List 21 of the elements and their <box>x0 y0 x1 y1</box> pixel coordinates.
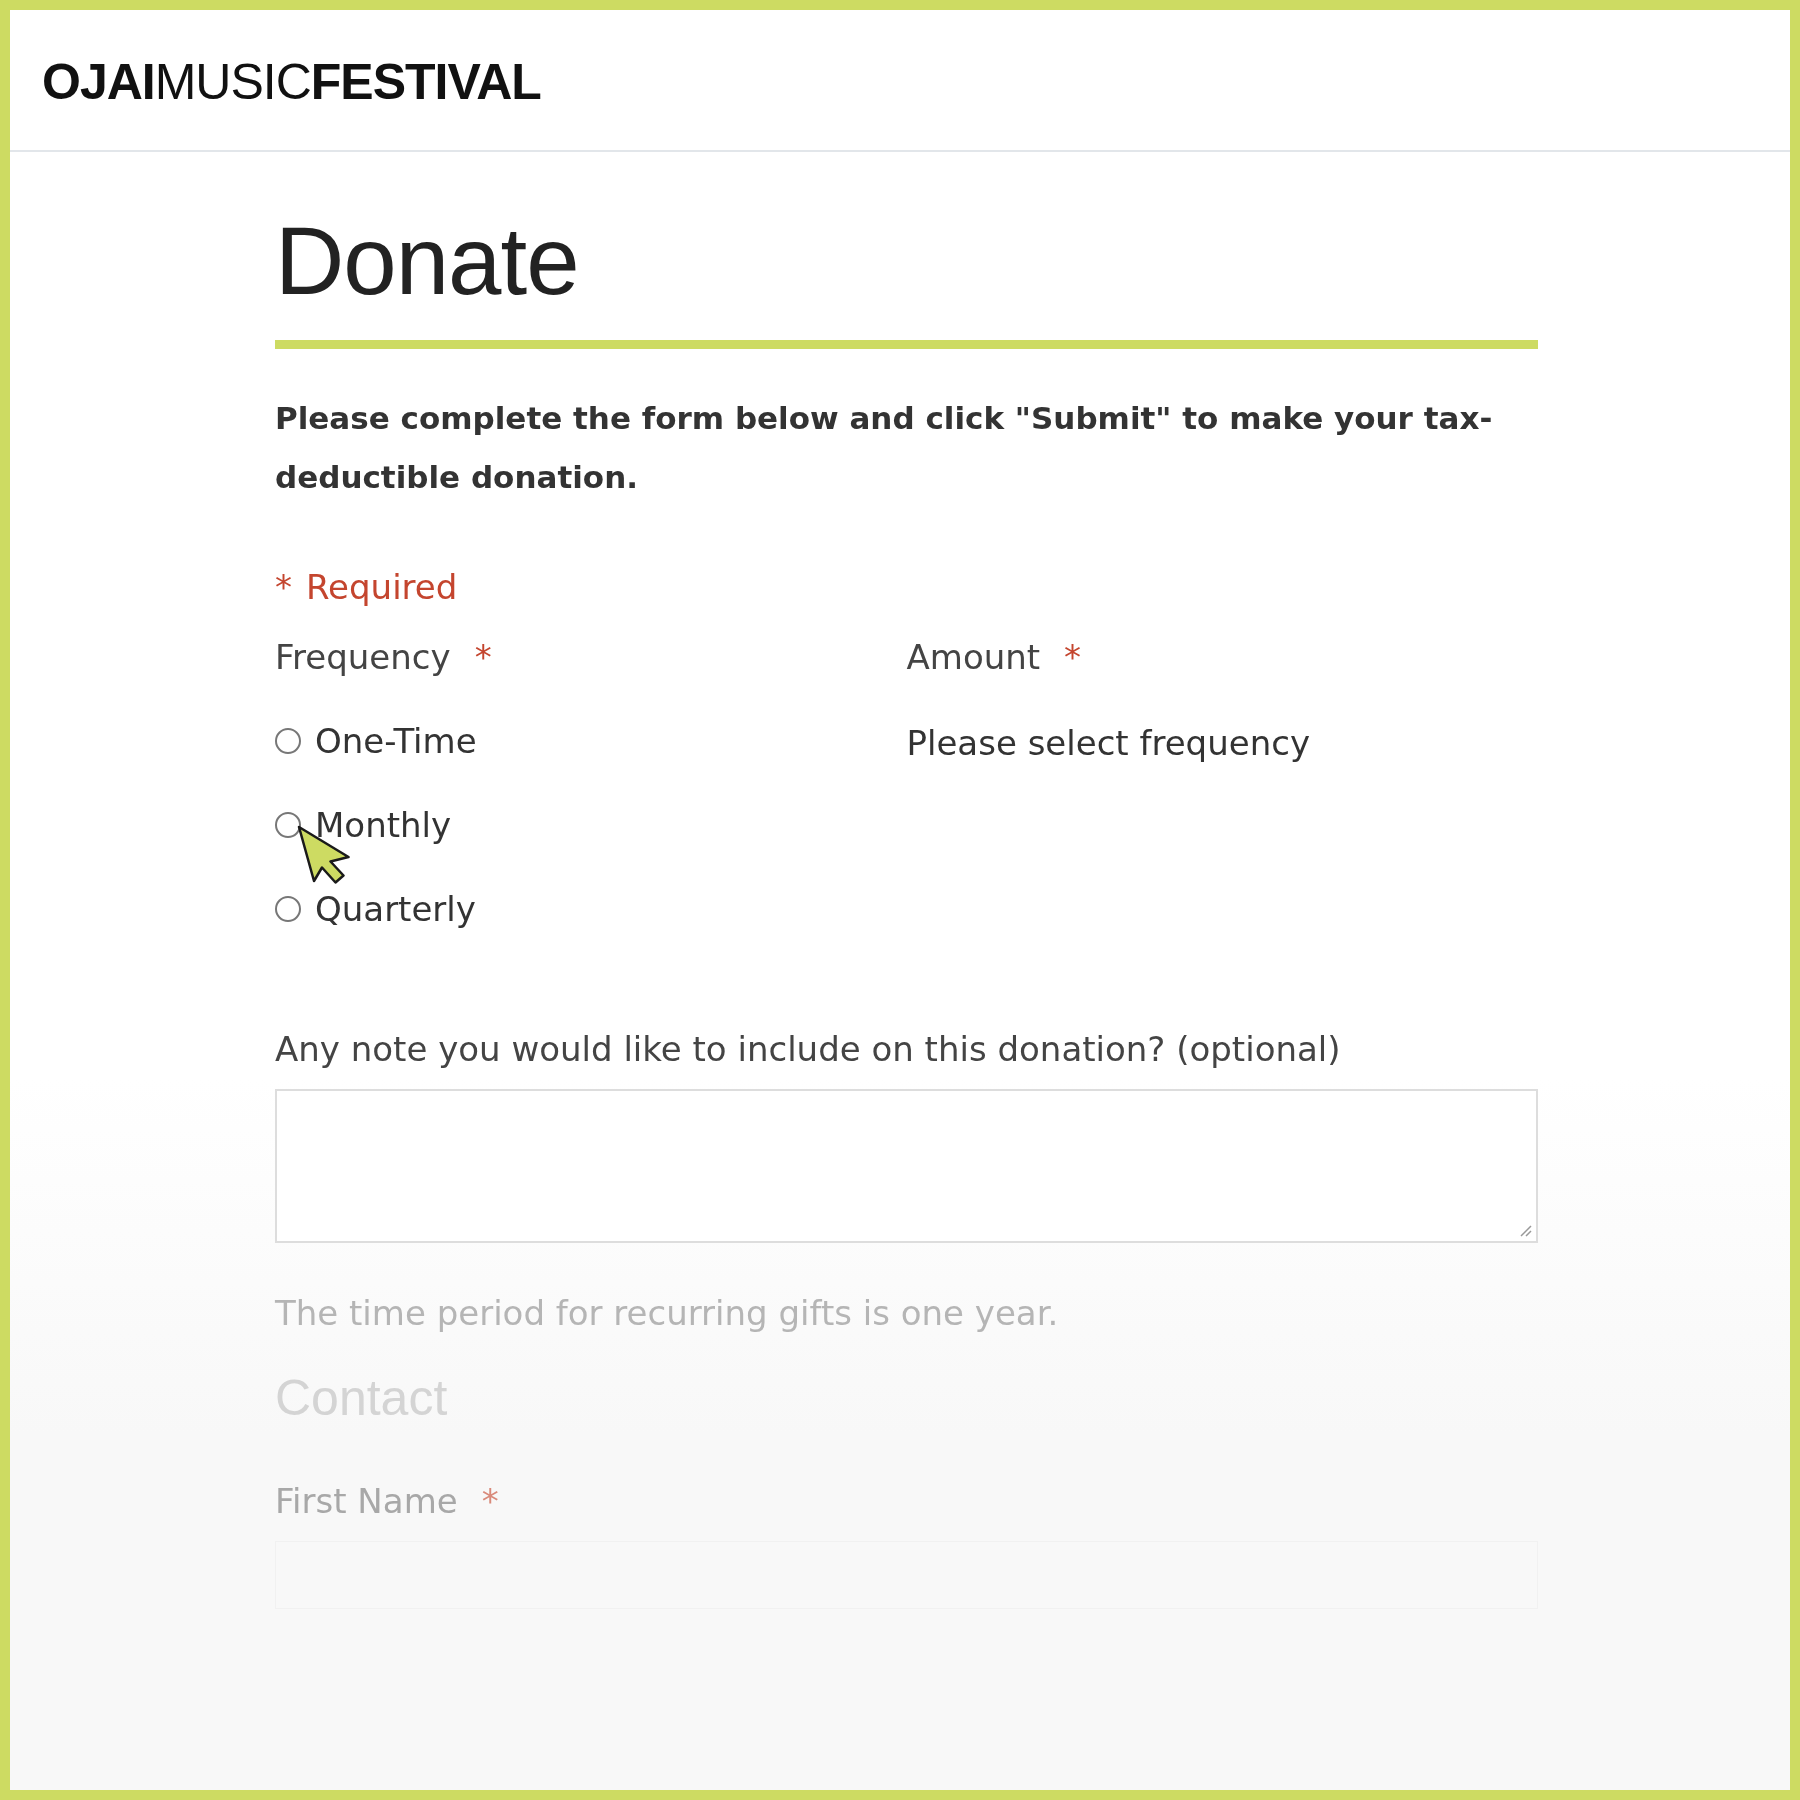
radio-label[interactable]: One-Time <box>315 720 477 761</box>
resize-grip-icon[interactable] <box>1518 1222 1532 1237</box>
radio-label[interactable]: Quarterly <box>315 888 476 929</box>
period-hint: The time period for recurring gifts is one year. <box>275 1292 1060 1333</box>
radio-label[interactable]: Monthly <box>315 804 452 845</box>
radio-button[interactable] <box>275 727 301 754</box>
first-name-label: First Name <box>275 1480 458 1521</box>
frequency-label: Frequency <box>275 636 451 677</box>
required-asterisk: * <box>275 566 292 607</box>
required-note: Required <box>306 566 458 607</box>
radio-button[interactable] <box>275 895 301 922</box>
required-asterisk: * <box>481 1480 499 1521</box>
note-field[interactable] <box>275 1088 1538 1243</box>
note-label: Any note you would like to include on this donation? (optional) <box>275 1028 1342 1069</box>
page-title: Donate <box>275 208 580 314</box>
intro-text: Please complete the form below and click "Submit" to make your tax-deductible donation. <box>275 398 1494 497</box>
amount-hint: Please select frequency <box>906 722 1311 763</box>
amount-label: Amount <box>906 636 1041 677</box>
required-asterisk: * <box>474 636 492 677</box>
festival-logo[interactable]: OJAIMUSICFESTIVAL <box>42 49 541 111</box>
required-asterisk: * <box>1064 636 1082 677</box>
